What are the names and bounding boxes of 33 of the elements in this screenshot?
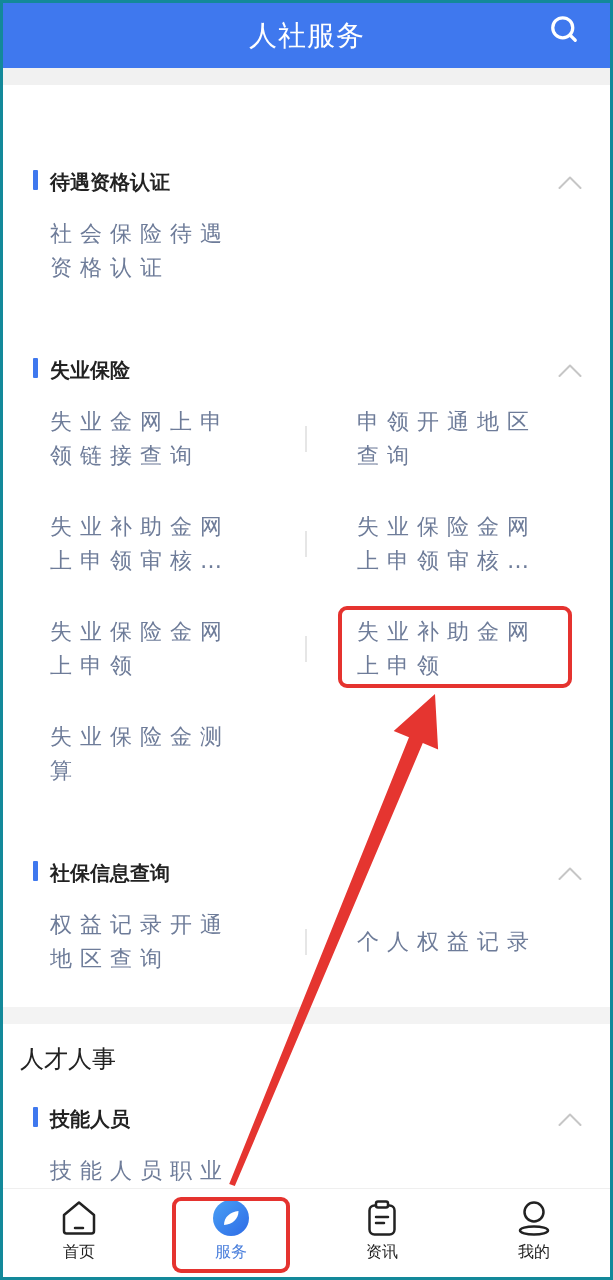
service-item[interactable]: 社会保险待遇资格认证 xyxy=(50,217,232,285)
home-icon xyxy=(60,1200,97,1236)
section-marker-icon xyxy=(33,861,38,881)
nav-tab[interactable]: 首页 xyxy=(3,1189,155,1277)
chevron-up-icon[interactable] xyxy=(558,363,582,377)
nav-tab[interactable]: 我的 xyxy=(458,1189,610,1277)
search-icon xyxy=(549,14,579,44)
service-item[interactable]: 失业保险金网上申领 xyxy=(50,615,232,683)
chevron-up-icon[interactable] xyxy=(558,175,582,189)
service-item[interactable]: 失业金网上申领链接查询 xyxy=(50,405,232,473)
chevron-up-icon[interactable] xyxy=(558,866,582,880)
search-button[interactable] xyxy=(549,14,579,44)
service-item[interactable]: 失业保险金网上申领审核… xyxy=(357,510,539,578)
page-title: 人社服务 xyxy=(248,17,365,54)
service-item[interactable]: 失业补助金网上申领 xyxy=(357,615,539,683)
service-item[interactable]: 技能人员职业 xyxy=(50,1154,232,1188)
service-item[interactable]: 失业补助金网上申领审核… xyxy=(50,510,232,578)
service-item[interactable]: 失业保险金测算 xyxy=(50,720,232,788)
service-item[interactable]: 申领开通地区查询 xyxy=(357,405,539,473)
section-marker-icon xyxy=(33,1107,38,1127)
section-marker-icon xyxy=(33,170,38,190)
chevron-up-icon[interactable] xyxy=(558,1112,582,1126)
section-title: 社保信息查询 xyxy=(50,860,170,887)
group-title: 人才人事 xyxy=(19,1044,117,1075)
nav-tab[interactable]: 资讯 xyxy=(306,1189,459,1277)
service-item[interactable]: 权益记录开通地区查询 xyxy=(50,908,232,976)
leaf-icon xyxy=(212,1200,249,1236)
section-title: 待遇资格认证 xyxy=(50,169,170,196)
nav-tab[interactable]: 服务 xyxy=(154,1189,307,1277)
section-marker-icon xyxy=(33,358,38,378)
service-item[interactable]: 个人权益记录 xyxy=(357,925,539,959)
section-title: 失业保险 xyxy=(50,357,130,384)
section-title: 技能人员 xyxy=(50,1106,130,1133)
